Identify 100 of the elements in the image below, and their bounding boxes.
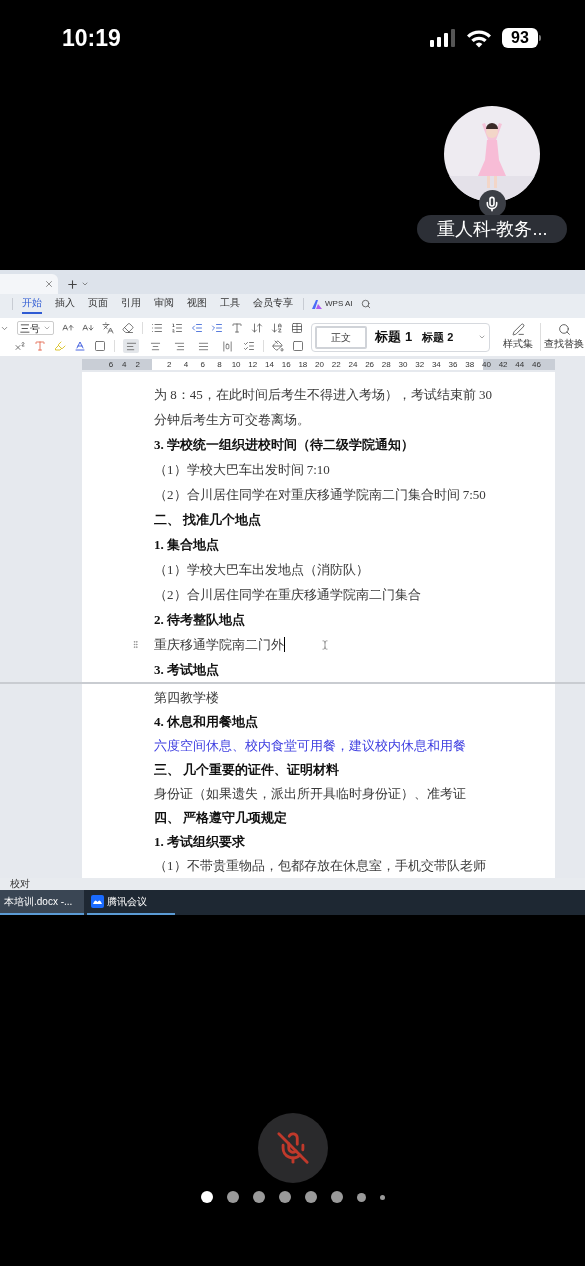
document-text: （1）学校大巴车出发地点（消防队） [154,560,369,579]
ruler-number: 22 [330,359,342,370]
bullet-list-icon[interactable] [151,322,163,334]
style-set-button[interactable]: 样式集 [503,336,534,351]
document-text: 四、 严格遵守几项规定 [154,809,288,828]
chevron-down-icon[interactable] [81,280,89,288]
ruler-number: 38 [464,359,476,370]
ruler-number: 36 [447,359,459,370]
text-direction-icon[interactable] [231,322,243,334]
ruler-number: 10 [230,359,242,370]
search-icon[interactable] [557,323,571,336]
text-effect-icon[interactable] [34,340,46,352]
drag-handle-icon[interactable] [131,640,140,649]
menu-tab[interactable]: 视图 [187,294,207,314]
numbered-list-icon[interactable] [171,322,183,334]
gallery-scroll-icon[interactable] [478,333,487,341]
swap-icon[interactable] [251,322,263,334]
menu-tab[interactable]: 页面 [88,294,108,314]
menu-tab[interactable]: 引用 [121,294,141,314]
document-text: 1. 考试组织要求 [154,833,245,852]
document-text: 二、 找准几个地点 [154,510,262,529]
superscript-icon[interactable] [14,340,26,352]
ruler-number: 8 [216,359,223,370]
search-icon[interactable] [360,299,371,309]
ruler-number: 26 [364,359,376,370]
style-option[interactable]: 标题 1 [373,325,415,349]
table-icon[interactable] [291,322,303,334]
wifi-icon [466,28,492,48]
ruler-number: 46 [531,359,542,370]
find-replace-button[interactable]: 查找替换 [544,336,584,351]
align-button[interactable] [123,339,139,353]
paint-bucket-icon[interactable] [272,340,284,352]
proofread-button[interactable]: 校对 [10,878,30,890]
indent-decrease-icon[interactable] [191,322,203,334]
document-text: （2）合川居住同学在对重庆移通学院南二门集合时间 7:50 [154,485,486,504]
border-icon[interactable] [292,340,304,352]
ai-logo-icon [312,299,322,309]
phonetic-guide-icon[interactable] [102,322,114,334]
menu-tab[interactable]: 审阅 [154,294,174,314]
sort-icon[interactable] [271,322,283,334]
microphone-icon [484,195,500,212]
document-text: 身份证（如果遗失，派出所开具临时身份证）、准考证 [154,785,466,804]
participant-name: 重人科-教务... [417,215,567,243]
text-caret [284,637,285,652]
meeting-app-icon [91,895,104,908]
ruler-number: 20 [314,359,325,370]
ruler-number: 28 [380,359,392,370]
indent-increase-icon[interactable] [211,322,223,334]
ruler-number: 4 [182,359,190,370]
document-text: 重庆移通学院南二门外 [154,635,284,654]
document-text: 4. 休息和用餐地点 [154,713,258,732]
ruler-number: 18 [297,359,309,370]
menu-tab[interactable]: 工具 [220,294,240,314]
clock-time: 10:19 [62,23,121,53]
signal-icon [430,29,456,47]
ruler-number: 6 [199,359,206,370]
menu-tab[interactable]: 会员专享 [253,294,293,314]
ruler-number: 4 [122,359,127,370]
ruler-number: 42 [497,359,509,370]
style-set-icon[interactable] [511,323,525,336]
ruler-number: 12 [247,359,259,370]
style-option[interactable]: 正文 [315,325,368,349]
ruler-number: 16 [280,359,292,370]
font-size-select[interactable]: 三号 [17,321,54,335]
ruler-number: 2 [166,359,173,370]
document-text: 2. 待考整队地点 [154,610,245,629]
ruler-number: 32 [414,359,426,370]
menu-tab[interactable]: 插入 [55,294,75,314]
document-text: 六度空间休息、校内食堂可用餐，建议校内休息和用餐 [154,737,466,756]
ruler-number: 2 [135,359,140,370]
new-tab-icon[interactable] [66,277,79,291]
close-icon[interactable] [44,279,54,289]
document-text: 3. 学校统一组织进校时间（待二级学院通知） [154,435,414,454]
font-color-icon[interactable] [74,340,86,352]
eraser-icon[interactable] [122,322,134,334]
ruler-number: 30 [397,359,409,370]
text-cursor-icon [320,638,330,651]
document-text: 为 8：45，在此时间后考生不得进入考场），考试结束前 30 [154,385,492,404]
ruler-number: 34 [430,359,442,370]
battery-level: 93 [502,28,538,48]
document-text: 3. 考试地点 [154,660,219,679]
document-text: 第四教学楼 [154,689,219,708]
font-grow-icon[interactable] [62,322,74,334]
wps-ai-button[interactable]: WPS AI [312,298,353,310]
document-text: 1. 集合地点 [154,535,219,554]
taskbar-item[interactable]: 腾讯会议 [87,890,175,915]
ruler-number: 44 [514,359,526,370]
document-text: （1）不带贵重物品，包都存放在休息室，手机交带队老师 [154,857,486,876]
style-option[interactable]: 标题 2 [420,325,456,349]
document-text: 分钟后考生方可交卷离场。 [154,410,310,429]
ruler-number: 6 [108,359,114,370]
font-shrink-icon[interactable] [82,322,94,334]
character-shading-icon[interactable] [94,340,106,352]
taskbar-item[interactable]: 本培训.docx -... [0,890,84,915]
menu-tab[interactable]: 开始 [22,294,42,314]
ruler-number: 14 [264,359,275,370]
ruler-number: 24 [347,359,359,370]
line-spacing-icon[interactable] [243,340,255,352]
microphone-muted-icon [275,1131,310,1165]
document-text: （1）学校大巴车出发时间 7:10 [154,460,330,479]
